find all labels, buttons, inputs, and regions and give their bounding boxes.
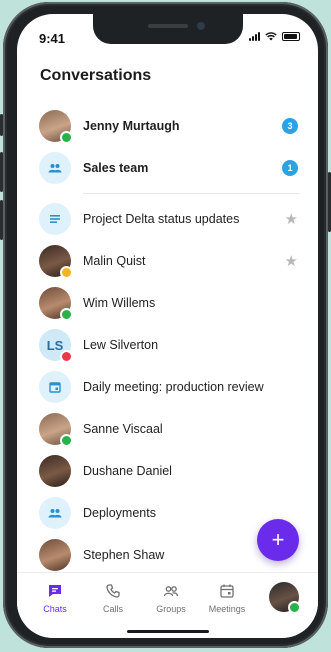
tab-calls[interactable]: Calls (88, 583, 138, 614)
tab-groups[interactable]: Groups (146, 583, 196, 614)
conversation-row-sales-team[interactable]: Sales team 1 (17, 147, 318, 189)
group-icon (39, 152, 71, 184)
tab-label: Groups (156, 604, 186, 614)
profile-avatar-button[interactable] (269, 582, 301, 614)
avatar (39, 110, 73, 144)
status-time: 9:41 (39, 31, 66, 46)
conversation-name: Sanne Viscaal (83, 422, 163, 436)
conversation-name: Wim Willems (83, 296, 156, 310)
camera (197, 22, 205, 30)
phone-frame: 9:41 Conversations Jenny Murtaugh 3 Sale… (0, 2, 331, 648)
presence-online-indicator (60, 308, 73, 321)
presence-busy-indicator (60, 350, 73, 363)
volume-down-button (0, 200, 3, 240)
page-title: Conversations (40, 67, 152, 84)
conversation-list: Jenny Murtaugh 3 Sales team 1 Project De… (17, 105, 318, 576)
conversation-name: Dushane Daniel (83, 464, 172, 478)
conversation-row-wim-willems[interactable]: Wim Willems (17, 282, 318, 324)
conversation-name: Jenny Murtaugh (83, 119, 180, 133)
new-conversation-button[interactable]: + (257, 519, 299, 561)
volume-up-button (0, 152, 3, 192)
conversation-name: Lew Silverton (83, 338, 159, 352)
presence-online-indicator (288, 601, 301, 614)
initials-text: LS (46, 337, 64, 353)
conversation-name: Project Delta status updates (83, 212, 240, 226)
avatar (39, 245, 73, 279)
tab-label: Calls (102, 604, 123, 614)
conversation-row-dushane-daniel[interactable]: Dushane Daniel (17, 450, 318, 492)
avatar (39, 413, 73, 447)
calendar-icon (220, 584, 234, 598)
star-icon[interactable]: ★ (285, 252, 298, 270)
phone-icon (106, 584, 120, 598)
tab-meetings[interactable]: Meetings (202, 583, 252, 614)
tab-label: Meetings (208, 604, 246, 614)
calendar-icon (39, 371, 71, 403)
conversation-name: Daily meeting: production review (83, 380, 264, 394)
cellular-signal-icon (249, 32, 260, 41)
group-icon (39, 497, 71, 529)
conversation-row-daily-meeting[interactable]: Daily meeting: production review (17, 366, 318, 408)
star-icon[interactable]: ★ (285, 210, 298, 228)
avatar (39, 539, 71, 571)
notch (93, 14, 243, 44)
bottom-tab-bar: Chats Calls Groups Meetings (17, 572, 318, 638)
notes-icon (39, 203, 71, 235)
conversation-name: Deployments (83, 506, 156, 520)
unread-badge: 3 (282, 118, 298, 134)
status-icons (249, 32, 300, 41)
conversation-name: Sales team (83, 161, 149, 175)
chat-icon (49, 585, 61, 597)
conversation-row-project-delta[interactable]: Project Delta status updates ★ (17, 198, 318, 240)
conversation-row-sanne-viscaal[interactable]: Sanne Viscaal (17, 408, 318, 450)
avatar (39, 455, 71, 487)
avatar-initials: LS (39, 329, 73, 363)
conversation-row-lew-silverton[interactable]: LS Lew Silverton (17, 324, 318, 366)
conversation-row-malin-quist[interactable]: Malin Quist ★ (17, 240, 318, 282)
wifi-icon (265, 32, 277, 41)
groups-icon (163, 586, 179, 597)
presence-online-indicator (60, 131, 73, 144)
battery-icon (282, 32, 300, 41)
presence-online-indicator (60, 434, 73, 447)
tab-chats[interactable]: Chats (30, 583, 80, 614)
conversation-name: Malin Quist (83, 254, 146, 268)
conversation-name: Stephen Shaw (83, 548, 165, 562)
presence-away-indicator (60, 266, 73, 279)
speaker (148, 24, 188, 28)
mute-switch (0, 114, 3, 136)
app-screen: 9:41 Conversations Jenny Murtaugh 3 Sale… (17, 14, 318, 638)
tab-label: Chats (43, 604, 67, 614)
home-indicator (127, 630, 209, 633)
conversation-row-jenny-murtaugh[interactable]: Jenny Murtaugh 3 (17, 105, 318, 147)
avatar (39, 287, 73, 321)
divider (83, 193, 299, 194)
unread-badge: 1 (282, 160, 298, 176)
